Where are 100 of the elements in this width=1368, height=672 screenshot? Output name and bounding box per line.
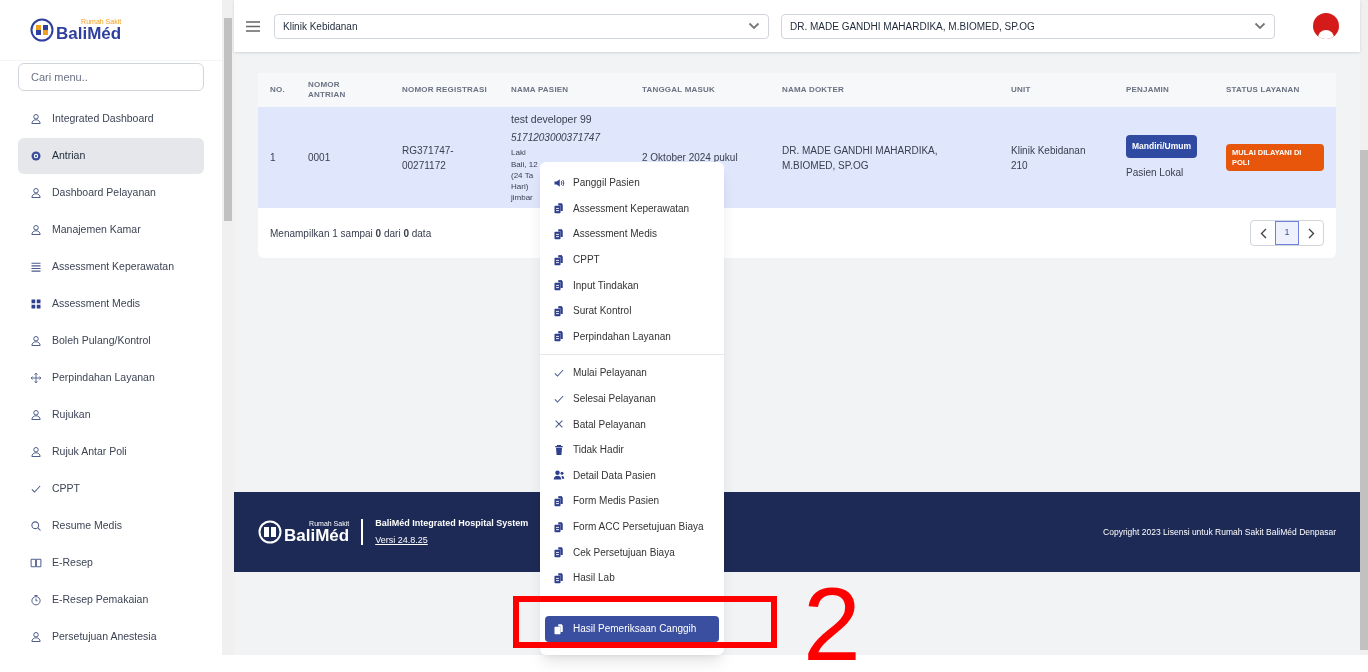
logo-emblem-icon bbox=[258, 520, 282, 544]
chevron-right-icon bbox=[1307, 227, 1315, 239]
clinic-select[interactable]: Klinik Kebidanan bbox=[274, 13, 769, 39]
chevron-left-icon bbox=[1259, 227, 1267, 239]
scrollbar-thumb[interactable] bbox=[1360, 150, 1368, 650]
table-cell-text: RG371747-00271172 bbox=[402, 143, 455, 173]
table-cell-text: 0001 bbox=[308, 151, 332, 165]
context-menu-item[interactable]: Assessment Medis bbox=[545, 221, 719, 247]
sidebar-item[interactable]: Perpindahan Layanan bbox=[18, 360, 204, 396]
column-header: NOMOR ANTRIAN bbox=[307, 80, 347, 100]
chevron-down-icon bbox=[1254, 22, 1266, 30]
context-menu-item[interactable]: Assessment Keperawatan bbox=[545, 195, 719, 222]
menu-icon[interactable] bbox=[246, 20, 260, 32]
documents-icon bbox=[553, 228, 565, 240]
checkmark-icon bbox=[30, 483, 42, 495]
sidebar-item[interactable]: E-Resep bbox=[18, 545, 204, 581]
patient-detail: jimbar bbox=[511, 192, 533, 204]
trash-icon bbox=[553, 443, 565, 456]
stopwatch-icon bbox=[30, 594, 42, 606]
context-menu-item[interactable]: Form ACC Persetujuan Biaya bbox=[545, 513, 719, 540]
documents-icon bbox=[553, 494, 565, 507]
move-arrows-icon bbox=[30, 372, 42, 384]
sidebar-item[interactable]: Persetujuan Anestesia bbox=[18, 619, 204, 655]
documents-icon bbox=[553, 202, 565, 215]
sidebar-item[interactable]: Dashboard Pelayanan bbox=[18, 175, 204, 211]
person-icon bbox=[30, 446, 42, 458]
sidebar-item[interactable]: Assessment Keperawatan bbox=[18, 249, 204, 285]
column-header: NAMA DOKTER bbox=[781, 85, 845, 95]
system-name: BaliMéd Integrated Hospital System bbox=[375, 516, 529, 530]
person-icon bbox=[30, 335, 42, 347]
person-icon bbox=[30, 113, 42, 125]
table-cell-text: 2 Oktober 2024 pukul bbox=[642, 151, 739, 165]
documents-icon bbox=[553, 546, 565, 559]
sidebar-item[interactable]: Manajemen Kamar bbox=[18, 212, 204, 248]
column-header: UNIT bbox=[1010, 85, 1032, 95]
version-link[interactable]: Versi 24.8.25 bbox=[375, 534, 428, 548]
patient-detail: (24 Ta bbox=[511, 169, 534, 181]
doctor-select[interactable]: DR. MADE GANDHI MAHARDIKA, M.BIOMED, SP.OG bbox=[781, 13, 1275, 39]
menu-search-field[interactable]: Cari menu.. bbox=[18, 63, 204, 91]
context-menu-item[interactable]: Batal Pelayanan bbox=[545, 411, 719, 437]
logo-emblem-icon bbox=[30, 18, 54, 42]
speaker-icon bbox=[553, 176, 565, 189]
column-header: TANGGAL MASUK bbox=[641, 85, 716, 95]
context-menu-item[interactable]: Tidak Hadir bbox=[545, 436, 719, 463]
context-menu-item[interactable]: CPPT bbox=[545, 246, 719, 273]
page-button[interactable]: 1 bbox=[1275, 221, 1299, 245]
context-menu-item[interactable]: Perpindahan Layanan bbox=[545, 323, 719, 350]
documents-icon bbox=[553, 279, 565, 292]
table-cell-text: Klinik Kebidanan 210 bbox=[1011, 143, 1087, 173]
sidebar-item[interactable]: Rujukan bbox=[18, 397, 204, 433]
person-icon bbox=[30, 187, 42, 199]
sidebar-item[interactable]: Boleh Pulang/Kontrol bbox=[18, 323, 204, 359]
search-icon bbox=[30, 520, 42, 532]
patient-nik: 5171203000371747 bbox=[511, 131, 602, 146]
scrollbar-thumb[interactable] bbox=[224, 18, 232, 221]
chevron-down-icon bbox=[748, 22, 760, 30]
patient-detail: Hari) bbox=[511, 180, 529, 193]
table-cell-text: 1 bbox=[270, 151, 277, 165]
patient-name: test developer 99 bbox=[511, 111, 593, 127]
documents-icon bbox=[553, 253, 565, 266]
context-menu-item[interactable]: Hasil Pemeriksaan Canggih bbox=[545, 616, 719, 642]
context-menu-item[interactable]: Selesai Pelayanan bbox=[545, 385, 719, 412]
sidebar-item[interactable]: CPPT bbox=[18, 471, 204, 507]
column-header: PENJAMIN bbox=[1125, 85, 1170, 95]
person-icon bbox=[30, 224, 42, 236]
sidebar-item[interactable]: Rujuk Antar Poli bbox=[18, 434, 204, 470]
guarantor-note: Pasien Lokal bbox=[1126, 165, 1185, 180]
patient-detail: Laki bbox=[511, 147, 526, 159]
documents-icon bbox=[553, 571, 565, 584]
people-icon bbox=[553, 469, 565, 482]
context-menu-item[interactable]: Input Tindakan bbox=[545, 272, 719, 298]
documents-icon bbox=[553, 520, 565, 533]
person-icon bbox=[30, 631, 42, 643]
context-menu-item[interactable]: Surat Kontrol bbox=[545, 297, 719, 324]
context-menu-item[interactable]: Form Medis Pasien bbox=[545, 488, 719, 514]
logo-wordmark: BaliMéd bbox=[56, 25, 122, 42]
context-menu-item[interactable]: Mulai Pelayanan bbox=[545, 360, 719, 386]
sidebar-item[interactable]: Assessment Medis bbox=[18, 286, 204, 322]
context-menu-item[interactable]: Cek Persetujuan Biaya bbox=[545, 539, 719, 565]
table-summary: Menampilkan 1 sampai 0 dari 0 data bbox=[270, 226, 432, 241]
documents-icon bbox=[553, 304, 565, 317]
avatar[interactable] bbox=[1313, 13, 1339, 39]
column-header: NO. bbox=[269, 85, 286, 95]
context-menu-item[interactable]: Detail Data Pasien bbox=[545, 462, 719, 489]
context-menu-item[interactable]: Panggil Pasien bbox=[545, 170, 719, 196]
at-sign-icon bbox=[30, 150, 42, 162]
column-header: NAMA PASIEN bbox=[510, 85, 570, 95]
sidebar-item[interactable]: Integrated Dashboard bbox=[18, 101, 204, 137]
grid-icon bbox=[30, 298, 42, 310]
sidebar-item[interactable]: Resume Medis bbox=[18, 508, 204, 544]
table-cell-text: DR. MADE GANDHI MAHARDIKA, M.BIOMED, SP.OG bbox=[782, 143, 939, 173]
sidebar-item[interactable]: E-Resep Pemakaian bbox=[18, 582, 204, 618]
context-menu-item[interactable]: Hasil Lab bbox=[545, 564, 719, 591]
column-header: NOMOR REGISTRASI bbox=[401, 85, 488, 95]
guarantor-badge: Mandiri/Umum bbox=[1126, 135, 1198, 158]
list-icon bbox=[30, 261, 42, 273]
column-header: STATUS LAYANAN bbox=[1225, 85, 1301, 95]
documents-icon bbox=[553, 622, 565, 635]
sidebar-item[interactable]: Antrian bbox=[18, 138, 204, 174]
person-icon bbox=[30, 409, 42, 421]
